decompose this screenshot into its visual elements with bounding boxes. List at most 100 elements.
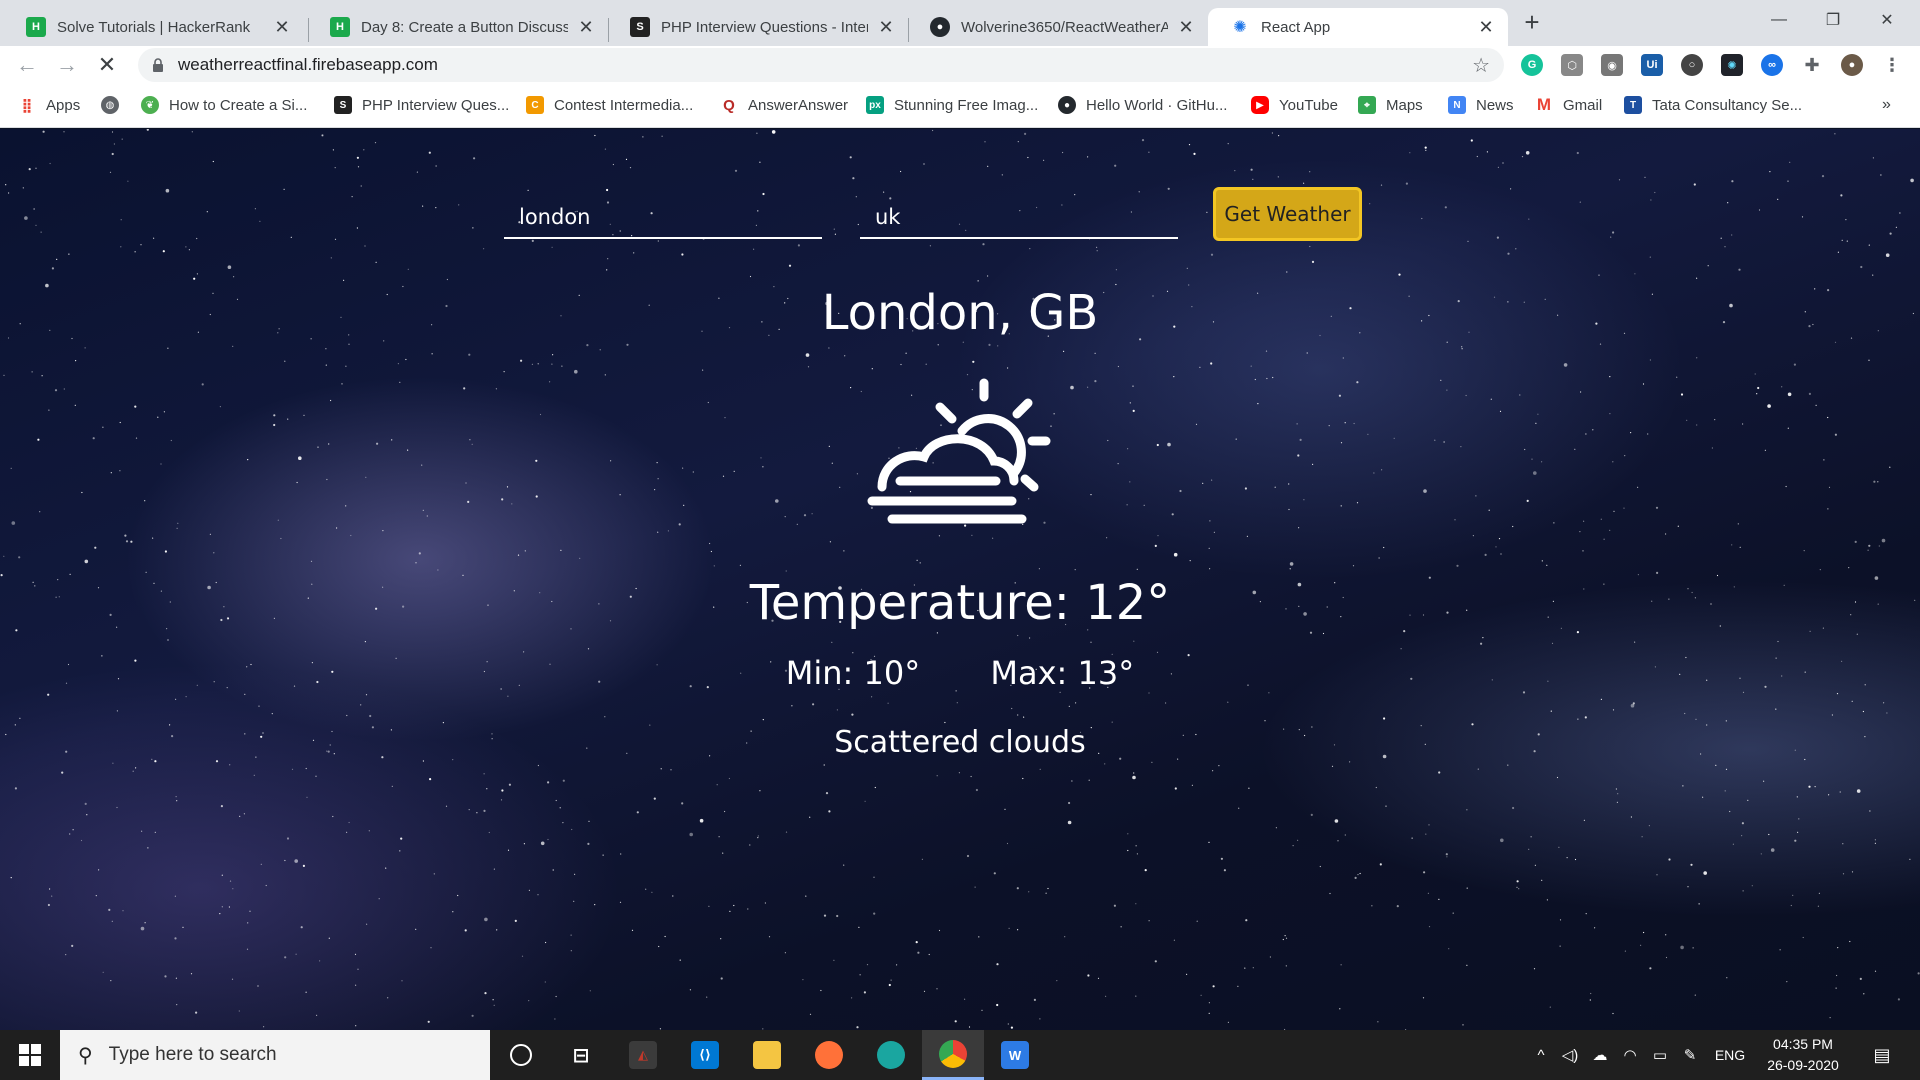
onedrive-icon[interactable]: ☁ — [1586, 1030, 1614, 1080]
grammarly-icon[interactable]: G — [1521, 54, 1543, 76]
globe-icon: ◍ — [101, 96, 119, 114]
tab-hackerrank-solve[interactable]: H Solve Tutorials | HackerRank ✕ — [4, 8, 304, 46]
pen-icon[interactable]: ✎ — [1676, 1030, 1704, 1080]
task-view-icon[interactable]: ⊟ — [550, 1030, 612, 1080]
infinity-extension-icon[interactable]: ∞ — [1761, 54, 1783, 76]
bookmark-label: Hello World · GitHu... — [1086, 96, 1228, 114]
city-input[interactable] — [504, 197, 822, 237]
bookmark-globe[interactable]: ◍ — [101, 94, 129, 116]
tray-chevron-icon[interactable]: ^ — [1528, 1030, 1554, 1080]
predator-icon[interactable]: ◭ — [612, 1030, 674, 1080]
new-tab-button[interactable]: + — [1518, 7, 1546, 37]
hackerrank-icon: H — [26, 17, 46, 37]
bookmark-apps[interactable]: ⣿ Apps — [18, 94, 81, 116]
volume-icon[interactable]: ◁) — [1556, 1030, 1584, 1080]
start-button[interactable] — [0, 1030, 60, 1080]
pexels-icon: px — [866, 96, 884, 114]
bookmark-label: PHP Interview Ques... — [362, 96, 510, 114]
bookmark-maps[interactable]: ⌖ Maps — [1358, 94, 1423, 116]
puzzle-extensions-icon[interactable]: ✚ — [1801, 54, 1823, 76]
react-devtools-icon[interactable]: ✺ — [1721, 54, 1743, 76]
bookmark-label: How to Create a Si... — [169, 96, 308, 114]
uipath-icon[interactable]: Ui — [1641, 54, 1663, 76]
tab-github[interactable]: ● Wolverine3650/ReactWeatherApp ✕ — [908, 8, 1208, 46]
close-window-button[interactable]: ✕ — [1860, 0, 1914, 40]
battery-icon[interactable]: ▭ — [1646, 1030, 1674, 1080]
weather-app: Get Weather London, GB Temperature: 12° … — [0, 129, 1920, 1030]
maps-icon: ⌖ — [1358, 96, 1376, 114]
bookmark-contest[interactable]: C Contest Intermedia... — [526, 94, 693, 116]
github-icon: ● — [930, 17, 950, 37]
tab-title: PHP Interview Questions - Interview — [661, 18, 868, 36]
close-icon[interactable]: ✕ — [576, 17, 596, 37]
bookmark-label: Maps — [1386, 96, 1423, 114]
camera-icon[interactable]: ◉ — [1601, 54, 1623, 76]
wps-writer-icon[interactable]: W — [984, 1030, 1046, 1080]
clock-time: 04:35 PM — [1773, 1036, 1833, 1052]
file-explorer-icon[interactable] — [736, 1030, 798, 1080]
bookmark-youtube[interactable]: ▶ YouTube — [1251, 94, 1338, 116]
circle-extension-icon[interactable]: ○ — [1681, 54, 1703, 76]
hackerrank-icon: H — [330, 17, 350, 37]
chrome-icon[interactable] — [922, 1030, 984, 1080]
close-icon[interactable]: ✕ — [272, 17, 292, 37]
bookmark-label: Apps — [46, 96, 81, 114]
profile-avatar[interactable]: ● — [1841, 54, 1863, 76]
menu-kebab-icon[interactable]: ⋮ — [1881, 54, 1903, 76]
get-weather-button[interactable]: Get Weather — [1213, 187, 1362, 241]
bookmarks-bar: ⣿ Apps ◍ ❦ How to Create a Si... S PHP I… — [0, 84, 1920, 128]
stop-loading-button[interactable]: ✕ — [92, 50, 122, 80]
bookmark-php-interview[interactable]: S PHP Interview Ques... — [334, 94, 509, 116]
url-text: weatherreactfinal.firebaseapp.com — [178, 55, 438, 74]
react-icon: ✺ — [1233, 19, 1247, 36]
country-input[interactable] — [860, 197, 1178, 237]
bookmark-tata[interactable]: T Tata Consultancy Se... — [1624, 94, 1802, 116]
bookmark-label: Contest Intermedia... — [554, 96, 694, 114]
forward-button[interactable]: → — [52, 50, 82, 80]
bookmark-gmail[interactable]: M Gmail — [1535, 94, 1602, 116]
tab-hackerrank-day8[interactable]: H Day 8: Create a Button Discussion ✕ — [308, 8, 608, 46]
apps-grid-icon: ⣿ — [21, 96, 33, 113]
restore-button[interactable]: ❐ — [1806, 0, 1860, 40]
weather-description: Scattered clouds — [834, 725, 1086, 760]
s-icon: S — [334, 96, 352, 114]
bookmark-answeranswer[interactable]: Q AnswerAnswer — [720, 94, 848, 116]
bookmark-pexels[interactable]: px Stunning Free Imag... — [866, 94, 1038, 116]
search-icon: ⚲ — [78, 1044, 93, 1067]
taskbar-search[interactable]: ⚲ Type here to search — [60, 1030, 490, 1080]
github-icon: ● — [1058, 96, 1076, 114]
location-heading: London, GB — [821, 285, 1099, 341]
close-icon[interactable]: ✕ — [1176, 17, 1196, 37]
close-icon[interactable]: ✕ — [1476, 17, 1496, 37]
tab-strip: H Solve Tutorials | HackerRank ✕ H Day 8… — [0, 0, 1920, 46]
min-max-row: Min: 10° Max: 13° — [0, 654, 1920, 692]
close-icon[interactable]: ✕ — [876, 17, 896, 37]
tata-icon: T — [1624, 96, 1642, 114]
language-indicator[interactable]: ENG — [1710, 1030, 1750, 1080]
vscode-icon[interactable]: ⟨⟩ — [674, 1030, 736, 1080]
wifi-icon[interactable]: ◠ — [1616, 1030, 1644, 1080]
edge-icon[interactable] — [860, 1030, 922, 1080]
country-field[interactable] — [860, 197, 1178, 239]
bookmark-label: Tata Consultancy Se... — [1652, 96, 1803, 114]
quora-icon: Q — [723, 96, 735, 114]
leaf-icon: ❦ — [141, 96, 159, 114]
news-icon: N — [1448, 96, 1466, 114]
tab-php-interview[interactable]: S PHP Interview Questions - Interview ✕ — [608, 8, 908, 46]
cortana-icon[interactable] — [490, 1030, 552, 1080]
notifications-icon[interactable]: ▤ — [1862, 1030, 1902, 1080]
tab-react-app[interactable]: ✺ React App ✕ — [1208, 8, 1508, 46]
system-clock[interactable]: 04:35 PM 26-09-2020 — [1755, 1034, 1851, 1076]
bookmark-news[interactable]: N News — [1448, 94, 1514, 116]
bookmarks-overflow-icon[interactable]: » — [1882, 94, 1891, 116]
bookmark-star-icon[interactable]: ☆ — [1472, 53, 1490, 78]
bookmark-how-to-create[interactable]: ❦ How to Create a Si... — [141, 94, 307, 116]
back-button[interactable]: ← — [12, 50, 42, 80]
firefox-icon[interactable] — [798, 1030, 860, 1080]
address-bar[interactable]: weatherreactfinal.firebaseapp.com ☆ — [138, 48, 1504, 82]
minimize-button[interactable]: — — [1752, 0, 1806, 40]
gmail-icon: M — [1536, 95, 1552, 114]
bookmark-hello-world[interactable]: ● Hello World · GitHu... — [1058, 94, 1227, 116]
city-field[interactable] — [504, 197, 822, 239]
shield-extension-icon[interactable]: ⬡ — [1561, 54, 1583, 76]
